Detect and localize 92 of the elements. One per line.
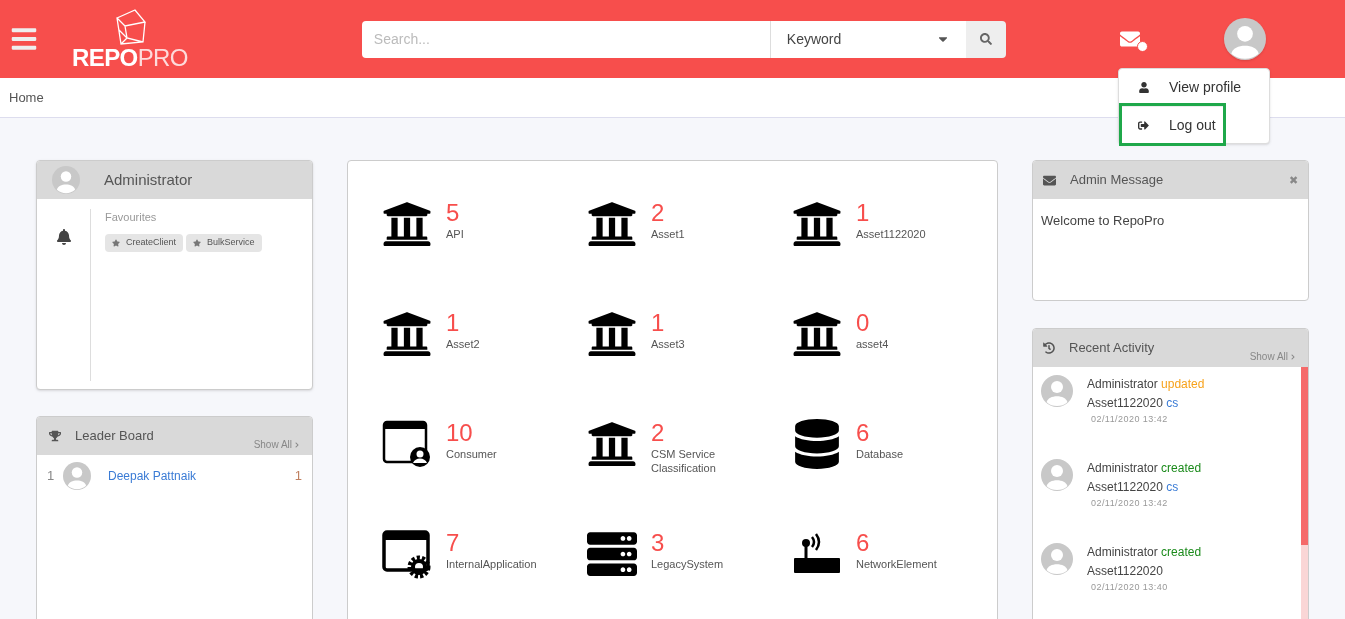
bank-building-icon	[792, 309, 842, 359]
asset-type-name: LegacySystem	[651, 557, 725, 571]
asset-count: 3	[651, 529, 666, 557]
favourite-tag[interactable]: BulkService	[186, 233, 262, 252]
user-icon	[1139, 82, 1149, 93]
asset-type-name: Asset1122020	[856, 227, 927, 241]
window-gear-icon	[382, 529, 432, 579]
chevron-icon	[294, 441, 300, 448]
asset-type-tile[interactable]: 1 Asset1122020	[792, 199, 997, 249]
star-icon	[193, 238, 202, 247]
asset-count: 5	[446, 199, 461, 227]
asset-count: 0	[856, 309, 871, 337]
search-field[interactable]: Search...	[361, 20, 770, 58]
bank-building-icon	[792, 199, 842, 249]
asset-type-tile[interactable]: 3 LegacySystem	[587, 529, 792, 579]
asset-count: 10	[446, 419, 474, 447]
activity-text: Administrator created	[1087, 544, 1202, 561]
activity-text: Administrator updated	[1087, 376, 1205, 393]
asset-count: 1	[446, 309, 461, 337]
activity-asset: Asset1122020 cs	[1087, 395, 1180, 412]
sign-out-icon	[1138, 119, 1149, 131]
asset-count: 2	[651, 199, 666, 227]
search-button[interactable]	[965, 20, 1006, 58]
card-title: Recent Activity	[1069, 339, 1155, 358]
bank-building-icon	[587, 199, 637, 249]
asset-type-name: Consumer	[446, 447, 498, 461]
admin-message-text: Welcome to RepoPro	[1040, 212, 1166, 230]
user-link[interactable]: Deepak Pattnaik	[108, 467, 295, 485]
asset-count: 6	[856, 529, 871, 557]
breadcrumb-link[interactable]: Home	[9, 87, 44, 108]
asset-type-name: Asset1	[651, 227, 686, 241]
avatar-icon	[1223, 18, 1266, 60]
star-icon	[112, 238, 120, 247]
filter-dropdown[interactable]: Keyword	[769, 20, 966, 58]
user-avatar-button[interactable]	[1223, 18, 1266, 60]
activity-time: 02/11/2020 13:42	[1091, 497, 1169, 509]
asset-type-tile[interactable]: 0 asset4	[792, 309, 997, 359]
avatar-icon	[52, 166, 80, 194]
avatar-icon	[1041, 459, 1073, 491]
score: 1	[294, 467, 302, 486]
activity-time: 02/11/2020 13:42	[1091, 413, 1169, 425]
favourite-tag[interactable]: CreateClient	[105, 233, 184, 252]
asset-type-tile[interactable]: 6 NetworkElement	[792, 529, 997, 579]
card-title: Leader Board	[75, 427, 154, 446]
asset-type-tile[interactable]: 2 Asset1	[587, 199, 792, 249]
asset-type-name: Database	[856, 447, 905, 461]
avatar-icon	[1041, 543, 1073, 575]
logo: REPOPRO	[72, 8, 188, 70]
asset-type-name: NetworkElement	[856, 557, 938, 571]
trophy-icon	[49, 430, 61, 442]
asset-type-tile[interactable]: 7 InternalApplication	[382, 529, 587, 579]
card-title: Admin Message	[1070, 171, 1165, 190]
database-icon	[792, 419, 842, 469]
menu-item[interactable]: Log out	[1122, 106, 1223, 143]
bank-building-icon	[587, 419, 637, 469]
asset-type-tile[interactable]: 1 Asset3	[587, 309, 792, 359]
history-icon	[1043, 342, 1055, 354]
asset-count: 1	[856, 199, 871, 227]
window-user-icon	[382, 419, 432, 469]
asset-type-name: Asset2	[446, 337, 481, 351]
profile-name: Administrator	[104, 169, 193, 190]
asset-type-name: CSM Service Classification	[651, 447, 717, 475]
activity-text: Administrator created	[1087, 460, 1202, 477]
bank-building-icon	[382, 309, 432, 359]
asset-count: 6	[856, 419, 871, 447]
asset-type-tile[interactable]: 5 API	[382, 199, 587, 249]
avatar-icon	[1041, 375, 1073, 407]
asset-type-name: InternalApplication	[446, 557, 538, 571]
asset-type-tile[interactable]: 1 Asset2	[382, 309, 587, 359]
asset-type-name: API	[446, 227, 465, 241]
asset-count: 7	[446, 529, 461, 557]
avatar-icon	[63, 462, 91, 490]
asset-type-name: Asset3	[651, 337, 686, 351]
asset-type-name: asset4	[856, 337, 890, 351]
rank: 1	[47, 467, 56, 486]
activity-time: 02/11/2020 13:40	[1091, 581, 1169, 593]
favourites-title: Favourites	[105, 210, 158, 225]
bell-icon	[55, 229, 72, 245]
asset-type-tile[interactable]: 10 Consumer	[382, 419, 587, 469]
bank-building-icon	[382, 199, 432, 249]
chevron-icon	[1290, 353, 1296, 360]
activity-asset: Asset1122020	[1087, 563, 1164, 580]
asset-count: 1	[651, 309, 666, 337]
asset-type-tile[interactable]: 6 Database	[792, 419, 997, 469]
menu-item[interactable]: View profile	[1119, 69, 1269, 106]
bank-building-icon	[587, 309, 637, 359]
menu-button[interactable]	[10, 25, 38, 53]
asset-count: 2	[651, 419, 666, 447]
search-icon	[979, 33, 992, 45]
envelope-icon	[1043, 173, 1056, 187]
activity-asset: Asset1122020 cs	[1087, 479, 1180, 496]
server-icon	[587, 529, 637, 579]
